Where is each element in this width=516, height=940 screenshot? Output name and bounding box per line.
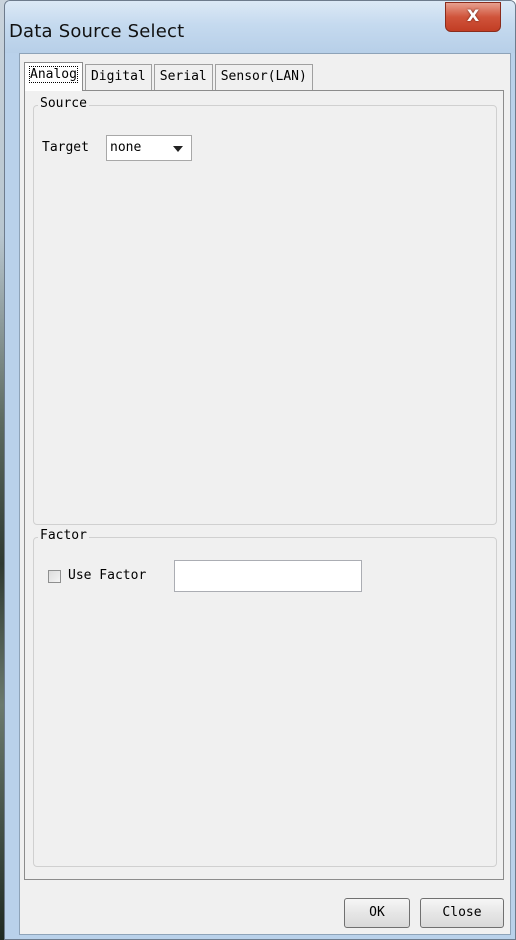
window-title: Data Source Select bbox=[9, 21, 185, 42]
tab-analog-label: Analog bbox=[29, 66, 78, 83]
source-group-title: Source bbox=[38, 96, 89, 111]
target-select-value: none bbox=[110, 140, 142, 155]
data-source-select-dialog: Data Source Select X Analog Digital Seri… bbox=[4, 0, 516, 940]
target-label: Target bbox=[42, 140, 89, 155]
tab-sensor-lan-label: Sensor(LAN) bbox=[220, 69, 307, 84]
tab-sensor-lan[interactable]: Sensor(LAN) bbox=[214, 64, 313, 90]
close-button[interactable]: Close bbox=[420, 898, 504, 928]
ok-button[interactable]: OK bbox=[344, 898, 410, 928]
target-select[interactable]: none bbox=[106, 135, 192, 161]
dialog-client-area: Analog Digital Serial Sensor(LAN) Source… bbox=[19, 53, 511, 935]
analog-tab-panel: Source Target none Factor Use Factor bbox=[24, 90, 504, 880]
tab-serial[interactable]: Serial bbox=[153, 64, 213, 90]
factor-input[interactable] bbox=[174, 560, 362, 592]
tab-digital-label: Digital bbox=[90, 69, 146, 84]
close-window-button[interactable]: X bbox=[445, 2, 501, 32]
close-icon: X bbox=[466, 6, 480, 25]
use-factor-checkbox[interactable] bbox=[48, 570, 61, 583]
use-factor-label[interactable]: Use Factor bbox=[68, 568, 146, 583]
tab-digital[interactable]: Digital bbox=[84, 64, 152, 90]
chevron-down-icon bbox=[173, 146, 183, 152]
source-groupbox: Source Target none bbox=[33, 96, 497, 525]
factor-groupbox: Factor Use Factor bbox=[33, 528, 497, 867]
tab-analog[interactable]: Analog bbox=[24, 62, 83, 91]
title-bar[interactable]: Data Source Select X bbox=[5, 1, 515, 53]
tab-serial-label: Serial bbox=[159, 69, 207, 84]
tab-strip: Analog Digital Serial Sensor(LAN) bbox=[24, 62, 315, 91]
factor-group-title: Factor bbox=[38, 528, 89, 543]
